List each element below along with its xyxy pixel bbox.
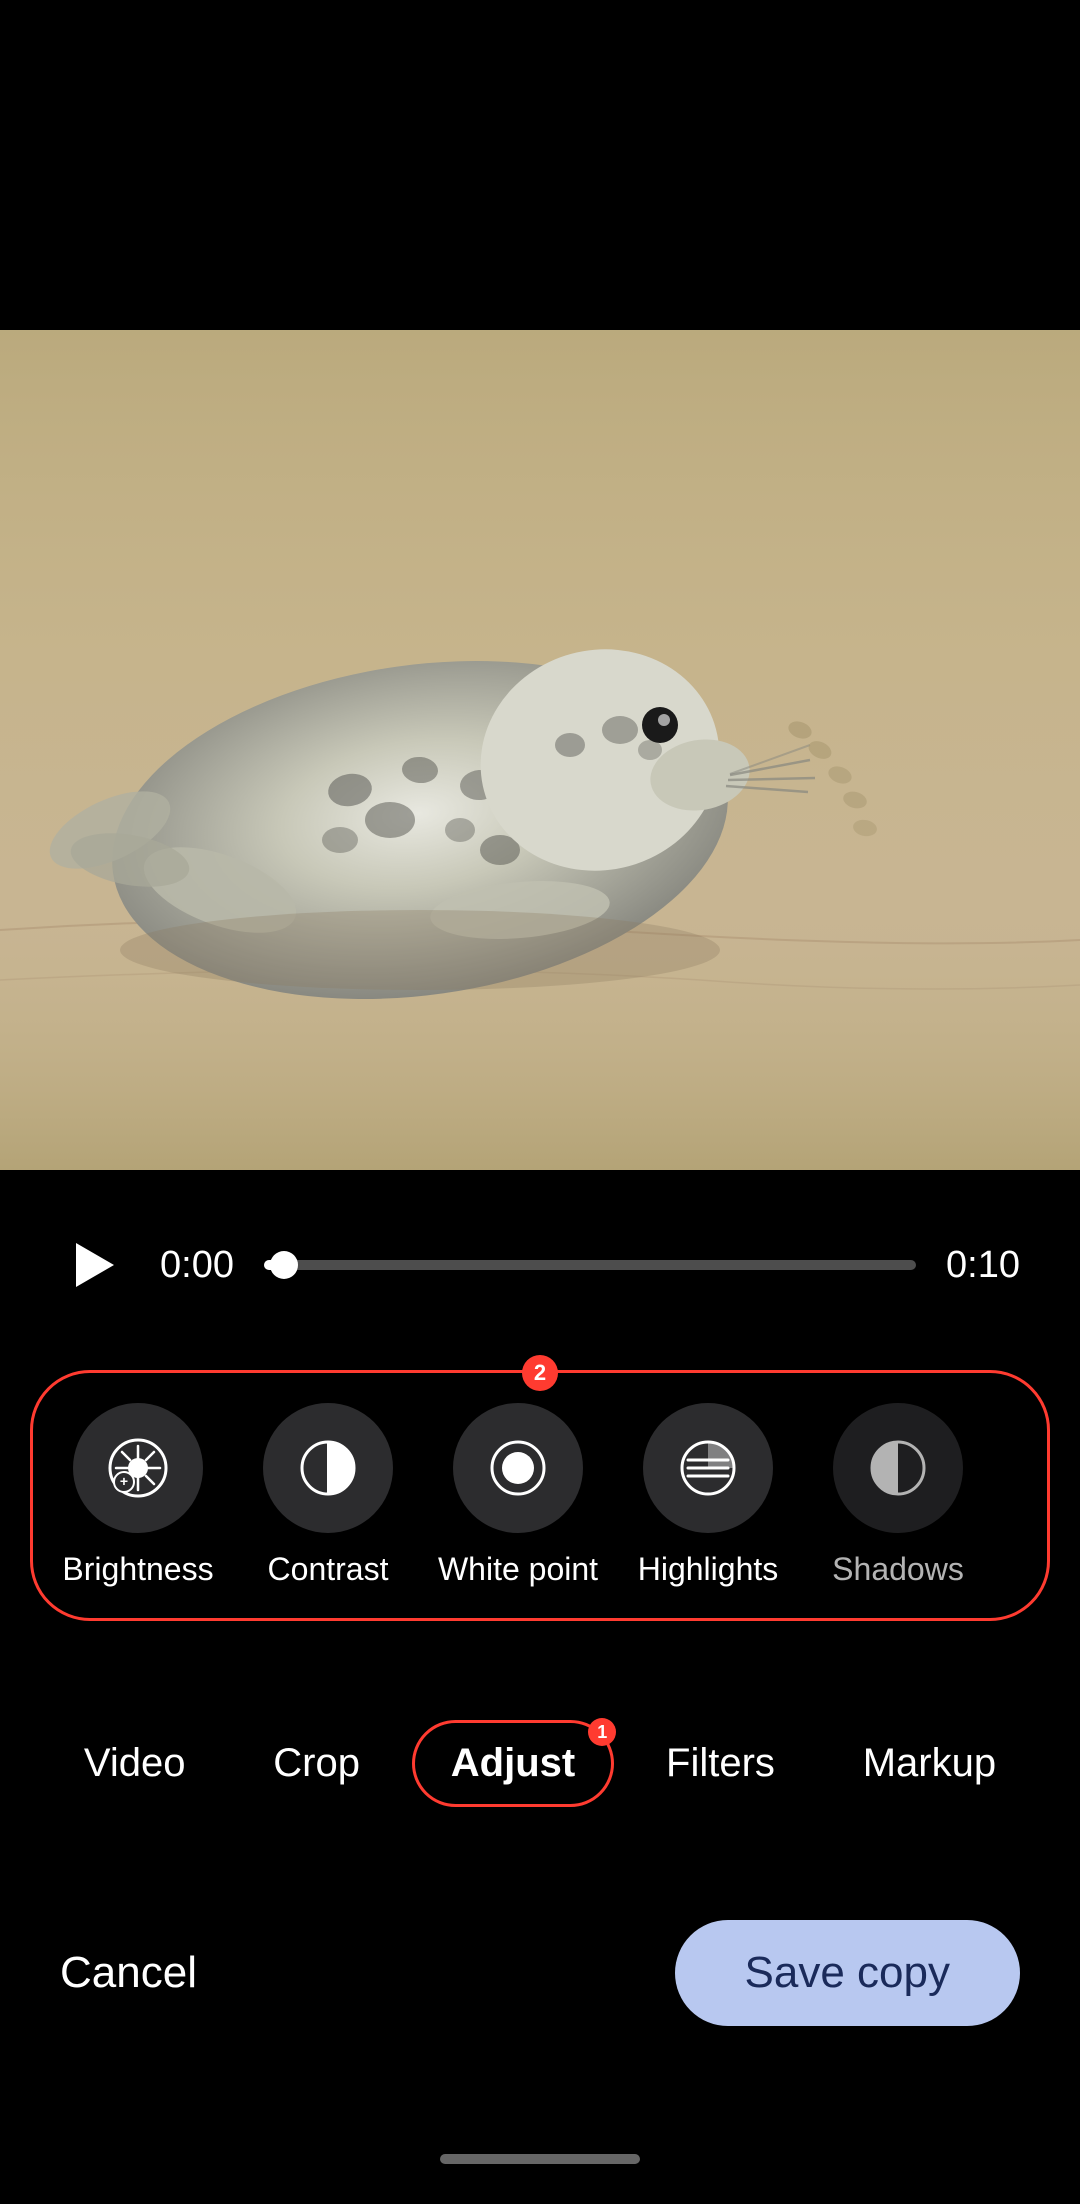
shadows-label: Shadows — [832, 1551, 964, 1588]
white-point-label: White point — [438, 1551, 598, 1588]
adjust-tools-scroll[interactable]: + Brightness Contrast — [30, 1370, 1050, 1621]
save-copy-button[interactable]: Save copy — [675, 1920, 1020, 2026]
tool-brightness[interactable]: + Brightness — [53, 1403, 223, 1588]
tab-filters-label: Filters — [666, 1741, 775, 1786]
cancel-button[interactable]: Cancel — [60, 1948, 197, 1998]
tool-highlights[interactable]: Highlights — [623, 1403, 793, 1588]
photo-preview — [0, 330, 1080, 1170]
adjust-tools-badge: 2 — [522, 1355, 558, 1391]
bottom-actions: Cancel Save copy — [0, 1900, 1080, 2046]
highlights-label: Highlights — [638, 1551, 779, 1588]
tab-crop[interactable]: Crop — [237, 1723, 396, 1804]
tab-filters[interactable]: Filters — [630, 1723, 811, 1804]
time-end: 0:10 — [946, 1244, 1020, 1287]
brightness-icon-circle: + — [73, 1403, 203, 1533]
video-controls: 0:00 0:10 — [0, 1200, 1080, 1330]
adjust-tools-section: 2 + Brightness — [0, 1350, 1080, 1641]
tab-adjust-badge: 1 — [588, 1718, 616, 1746]
tool-white-point[interactable]: White point — [433, 1403, 603, 1588]
home-indicator — [440, 2154, 640, 2164]
contrast-label: Contrast — [268, 1551, 389, 1588]
progress-bar[interactable] — [264, 1260, 916, 1270]
tab-markup[interactable]: Markup — [827, 1723, 1032, 1804]
play-button[interactable] — [60, 1230, 130, 1300]
tool-contrast[interactable]: Contrast — [243, 1403, 413, 1588]
tab-adjust-label: Adjust — [451, 1741, 575, 1786]
time-start: 0:00 — [160, 1244, 234, 1287]
tab-video-label: Video — [84, 1741, 186, 1786]
progress-thumb[interactable] — [270, 1251, 298, 1279]
contrast-icon-circle — [263, 1403, 393, 1533]
play-icon — [76, 1243, 114, 1287]
tool-shadows[interactable]: Shadows — [813, 1403, 983, 1588]
tab-video[interactable]: Video — [48, 1723, 222, 1804]
shadows-icon-circle — [833, 1403, 963, 1533]
brightness-label: Brightness — [62, 1551, 213, 1588]
white-point-icon-circle — [453, 1403, 583, 1533]
tab-crop-label: Crop — [273, 1741, 360, 1786]
bottom-tabs: Video Crop 1 Adjust Filters Markup — [0, 1700, 1080, 1827]
tab-markup-label: Markup — [863, 1741, 996, 1786]
highlights-icon-circle — [643, 1403, 773, 1533]
tab-adjust[interactable]: 1 Adjust — [412, 1720, 614, 1807]
svg-text:+: + — [119, 1473, 127, 1489]
